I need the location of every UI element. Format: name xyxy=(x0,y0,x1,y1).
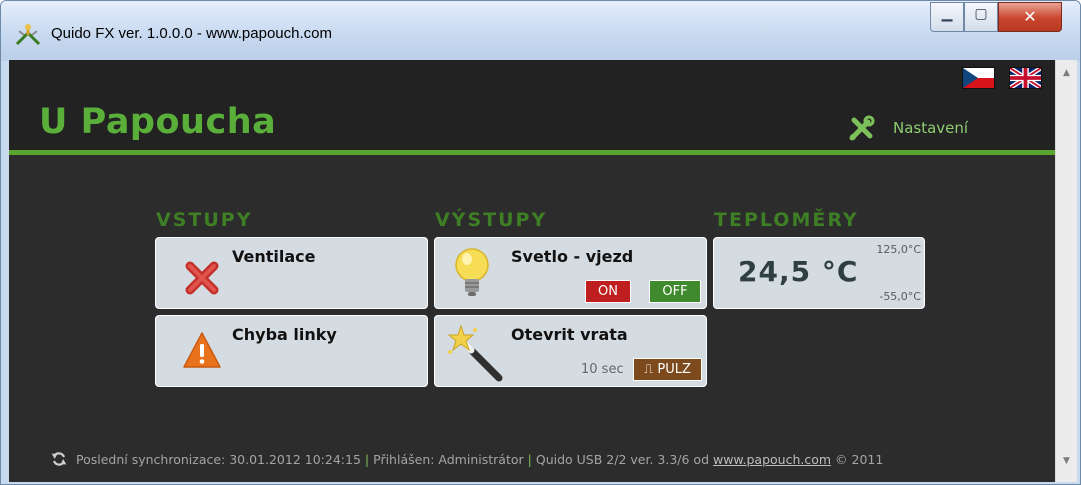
device-info-text: Quido USB 2/2 ver. 3.3/6 od xyxy=(535,452,709,467)
thermometers-heading: TEPLOMĚRY xyxy=(714,209,859,231)
status-footer: Poslední synchronizace: 30.01.2012 10:24… xyxy=(76,452,884,467)
pulse-button[interactable]: ⎍ PULZ xyxy=(633,358,702,381)
title-bar: Quido FX ver. 1.0.0.0 - www.papouch.com … xyxy=(1,1,1080,61)
last-sync-text: Poslední synchronizace: 30.01.2012 10:24… xyxy=(76,452,361,467)
maximize-icon: ▢ xyxy=(974,6,988,22)
close-icon: ✕ xyxy=(1023,7,1037,26)
output-panel-vrata: Otevrit vrata 10 sec ⎍ PULZ xyxy=(434,315,707,387)
main-content: U Papoucha Nastavení VSTUPY VÝSTUPY TEPL… xyxy=(9,60,1055,482)
maximize-button[interactable]: ▢ xyxy=(964,2,998,32)
close-button[interactable]: ✕ xyxy=(998,2,1062,32)
settings-link[interactable]: Nastavení xyxy=(893,119,968,137)
settings-tools-icon[interactable] xyxy=(847,115,875,143)
temperature-min: -55,0°C xyxy=(879,290,921,303)
uk-flag-icon[interactable] xyxy=(1009,67,1042,89)
warning-icon xyxy=(183,332,221,368)
scroll-down-arrow-icon[interactable]: ▼ xyxy=(1056,456,1077,466)
magic-wand-icon xyxy=(447,324,503,382)
pulse-duration: 10 sec xyxy=(581,362,624,377)
output-label: Otevrit vrata xyxy=(511,325,628,344)
input-label: Ventilace xyxy=(232,247,316,266)
window-title: Quido FX ver. 1.0.0.0 - www.papouch.com xyxy=(51,25,332,42)
input-panel-ventilace: Ventilace xyxy=(155,237,428,309)
input-panel-chyba-linky: Chyba linky xyxy=(155,315,428,387)
minimize-icon: ▁ xyxy=(941,6,953,22)
logged-in-text: Přihlášen: Administrátor xyxy=(373,452,524,467)
outputs-heading: VÝSTUPY xyxy=(435,209,548,231)
copyright-text: © 2011 xyxy=(835,452,884,467)
app-icon xyxy=(15,24,41,46)
output-label: Svetlo - vjezd xyxy=(511,247,634,266)
cz-flag-icon[interactable] xyxy=(962,67,995,89)
header-divider xyxy=(9,150,1055,155)
vertical-scrollbar[interactable]: ▲ ▼ xyxy=(1055,60,1077,482)
inputs-heading: VSTUPY xyxy=(156,209,253,231)
input-label: Chyba linky xyxy=(232,325,337,344)
light-bulb-icon xyxy=(455,248,489,296)
scroll-up-arrow-icon[interactable]: ▲ xyxy=(1056,68,1077,78)
off-button[interactable]: OFF xyxy=(649,280,701,303)
app-window: Quido FX ver. 1.0.0.0 - www.papouch.com … xyxy=(0,0,1081,485)
red-cross-icon xyxy=(185,261,219,295)
sync-icon[interactable] xyxy=(51,451,67,467)
minimize-button[interactable]: ▁ xyxy=(930,2,964,32)
temperature-max: 125,0°C xyxy=(876,243,921,256)
on-button[interactable]: ON xyxy=(585,280,631,303)
output-panel-svetlo: Svetlo - vjezd ON OFF xyxy=(434,237,707,309)
temperature-value: 24,5 °C xyxy=(738,255,859,288)
papouch-link[interactable]: www.papouch.com xyxy=(713,452,831,467)
page-header: U Papoucha Nastavení xyxy=(9,60,1055,150)
thermometer-panel: 24,5 °C 125,0°C -55,0°C xyxy=(713,237,925,309)
site-title: U Papoucha xyxy=(39,102,277,142)
